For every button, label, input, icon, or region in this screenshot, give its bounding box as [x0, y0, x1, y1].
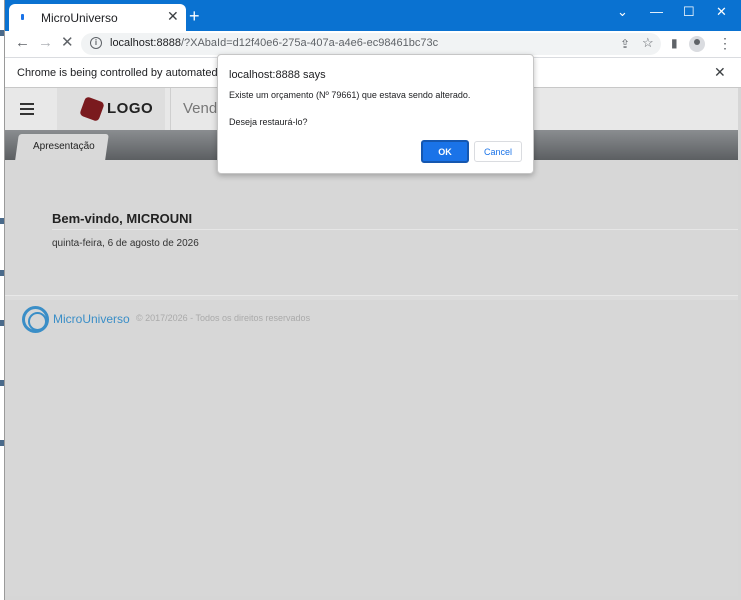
current-date: quinta-feira, 6 de agosto de 2026: [52, 238, 199, 249]
share-icon[interactable]: ⇪: [620, 37, 630, 51]
url-host: localhost:8888: [110, 37, 181, 49]
side-panel-icon[interactable]: ▮: [671, 36, 678, 50]
address-url: localhost:8888/?XAbaId=d12f40e6-275a-407…: [110, 37, 438, 49]
footer-brand: MicroUniverso: [53, 312, 130, 326]
copyright-text: © 2017/2026 - Todos os direitos reservad…: [136, 313, 311, 323]
minimize-button[interactable]: —: [650, 5, 663, 19]
maximize-button[interactable]: ☐: [683, 5, 695, 19]
info-icon[interactable]: i: [90, 37, 102, 49]
dialog-title: localhost:8888 says: [229, 69, 326, 81]
divider: [52, 229, 738, 230]
welcome-heading: Bem-vindo, MICROUNI: [52, 211, 193, 226]
infobar-close-icon[interactable]: ✕: [714, 65, 726, 79]
header-nav-item[interactable]: Vend: [183, 100, 217, 117]
tab-title: MicroUniverso: [41, 11, 118, 25]
ok-button[interactable]: OK: [421, 140, 469, 163]
confirm-dialog: localhost:8888 says Existe um orçamento …: [217, 54, 534, 174]
logo[interactable]: LOGO: [57, 88, 165, 130]
hamburger-menu-icon[interactable]: [20, 103, 34, 115]
back-button[interactable]: ←: [15, 34, 30, 52]
new-tab-button[interactable]: +: [189, 7, 200, 25]
dialog-message: Existe um orçamento (Nº 79661) que estav…: [229, 90, 471, 100]
browser-tab[interactable]: MicroUniverso ✕: [9, 4, 186, 31]
close-window-button[interactable]: ✕: [716, 5, 727, 19]
forward-button[interactable]: →: [38, 34, 53, 52]
favicon-icon: [21, 14, 24, 20]
microuniverso-logo-icon: [22, 306, 49, 333]
stop-loading-button[interactable]: ✕: [61, 34, 74, 52]
tab-close-icon[interactable]: ✕: [167, 9, 179, 23]
profile-avatar[interactable]: [689, 36, 705, 52]
bookmark-star-icon[interactable]: ☆: [642, 36, 654, 50]
title-bar: MicroUniverso ✕ + ⌄ — ☐ ✕: [5, 0, 741, 31]
url-path: /?XAbaId=d12f40e6-275a-407a-a4e6-ec98461…: [180, 37, 439, 49]
header-divider: [170, 88, 171, 130]
tab-apresentacao-label[interactable]: Apresentação: [33, 141, 95, 152]
cancel-button[interactable]: Cancel: [474, 141, 522, 162]
browser-menu-icon[interactable]: ⋮: [718, 36, 732, 50]
tab-search-icon[interactable]: ⌄: [617, 5, 628, 19]
footer-divider: [5, 295, 738, 300]
logo-text: LOGO: [107, 100, 154, 117]
address-bar[interactable]: i localhost:8888/?XAbaId=d12f40e6-275a-4…: [81, 33, 661, 55]
browser-window: MicroUniverso ✕ + ⌄ — ☐ ✕ ← → ✕ i localh…: [4, 0, 741, 600]
dialog-question: Deseja restaurá-lo?: [229, 117, 308, 127]
logo-mark-icon: [79, 96, 105, 122]
